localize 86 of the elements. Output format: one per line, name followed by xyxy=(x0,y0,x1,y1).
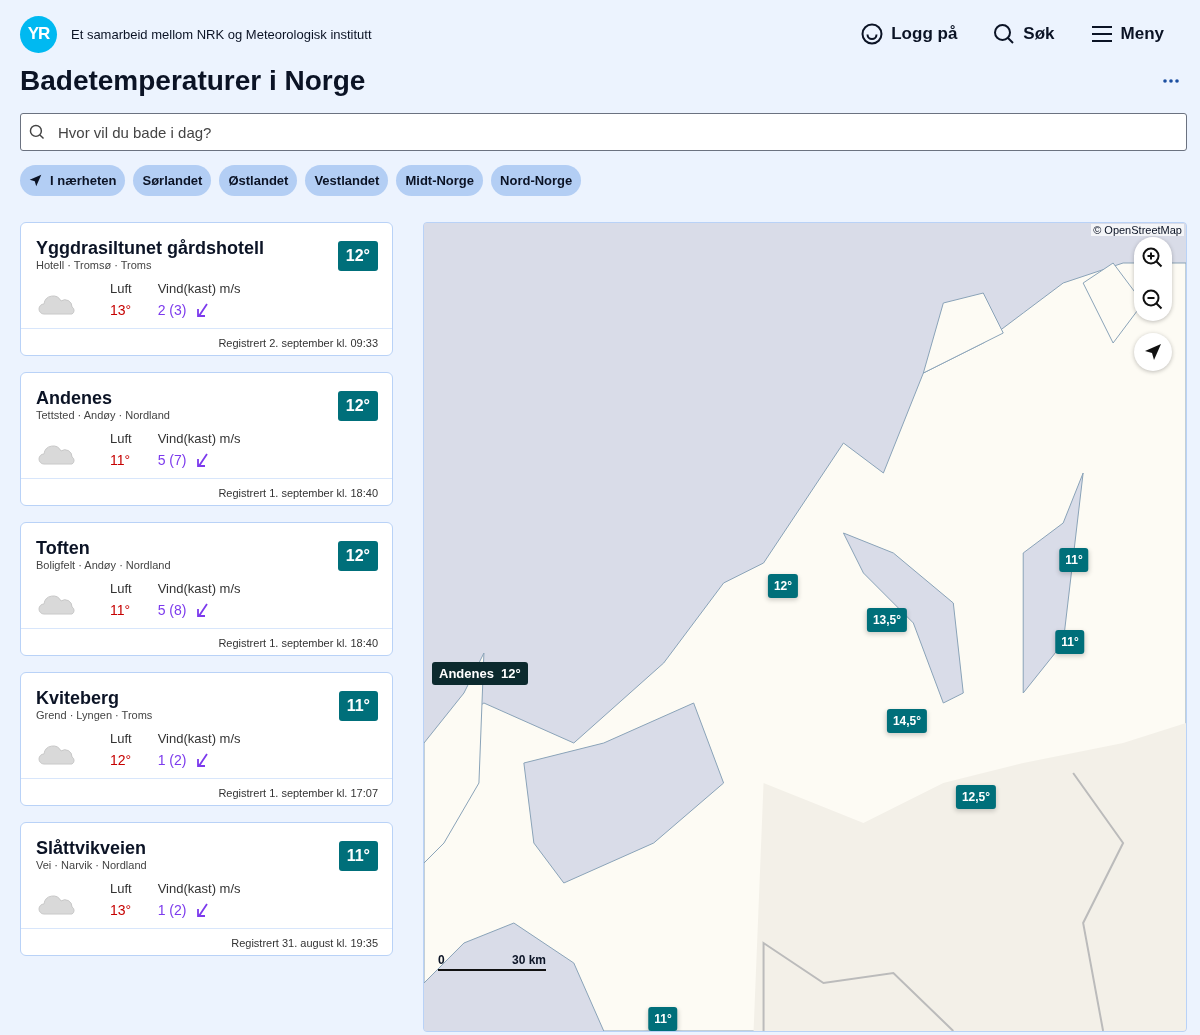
cloud-icon xyxy=(38,443,78,465)
region-chip[interactable]: Vestlandet xyxy=(305,165,389,196)
temperature-marker[interactable]: 13,5° xyxy=(866,608,908,632)
place-subtitle: Grend · Lyngen · Troms xyxy=(36,709,154,721)
wind-arrow-icon xyxy=(196,752,210,768)
place-subtitle: Tettsted · Andøy · Nordland xyxy=(36,409,171,421)
tagline: Et samarbeid mellom NRK og Meteorologisk institutt xyxy=(71,26,373,42)
cloud-icon xyxy=(38,743,78,765)
air-label: Luft xyxy=(110,431,132,446)
air-temperature: 13° xyxy=(110,902,132,918)
water-temperature-badge: 12° xyxy=(337,541,378,571)
place-subtitle: Boligfelt · Andøy · Nordland xyxy=(36,559,172,571)
temperature-marker[interactable]: 12° xyxy=(767,574,799,598)
temperature-marker[interactable]: 14,5° xyxy=(886,709,928,733)
registered-time: Registrert 1. september kl. 17:07 xyxy=(218,787,378,799)
location-arrow-icon xyxy=(29,174,42,187)
region-chip[interactable]: Østlandet xyxy=(219,165,298,196)
wind-label: Vind(kast) m/s xyxy=(157,281,241,296)
water-temperature-badge: 11° xyxy=(338,691,378,721)
place-card[interactable]: Kviteberg Grend · Lyngen · Troms Luft 12° Vind(kast) m/s 1 (2) 11° Registrert 1. september kl. 17:07 xyxy=(20,672,393,806)
air-temperature: 11° xyxy=(110,602,132,618)
more-icon[interactable] xyxy=(1163,79,1179,83)
wind-label: Vind(kast) m/s xyxy=(157,881,241,896)
wind-speed: 1 (2) xyxy=(157,752,187,768)
region-chip[interactable]: Sørlandet xyxy=(133,165,212,196)
region-chip[interactable]: I nærheten xyxy=(20,165,126,196)
temperature-marker[interactable]: 12,5° xyxy=(955,785,997,809)
menu-icon xyxy=(1090,25,1113,43)
water-temperature-badge: 12° xyxy=(337,241,378,271)
air-temperature: 12° xyxy=(110,752,132,768)
search-icon xyxy=(993,23,1016,45)
cloud-icon xyxy=(38,893,78,915)
wind-speed: 5 (7) xyxy=(157,452,187,468)
region-chip[interactable]: Midt-Norge xyxy=(396,165,484,196)
air-label: Luft xyxy=(110,731,132,746)
place-card[interactable]: Toften Boligfelt · Andøy · Nordland Luft 11° Vind(kast) m/s 5 (8) 12° Registrert 1. september kl. 18:40 xyxy=(20,522,393,656)
temperature-marker[interactable]: 11° xyxy=(648,1007,678,1031)
air-temperature: 13° xyxy=(110,302,132,318)
search-field[interactable]: Hvor vil du bade i dag? xyxy=(20,113,1187,151)
air-label: Luft xyxy=(110,881,132,896)
place-name[interactable]: Toften xyxy=(36,537,338,559)
place-name[interactable]: Andenes xyxy=(36,387,338,409)
registered-time: Registrert 1. september kl. 18:40 xyxy=(218,487,378,499)
water-temperature-badge: 11° xyxy=(338,841,378,871)
temperature-marker[interactable]: 11° xyxy=(1059,548,1089,572)
page-title: Badetemperaturer i Norge xyxy=(20,64,366,98)
water-temperature-badge: 12° xyxy=(337,391,378,421)
place-card[interactable]: Yggdrasiltunet gårdshotell Hotell · Tromsø · Troms Luft 13° Vind(kast) m/s 2 (3) 12° Registrert 2. september kl. 09:33 xyxy=(20,222,393,356)
search-icon xyxy=(29,124,45,140)
wind-label: Vind(kast) m/s xyxy=(157,731,241,746)
wind-arrow-icon xyxy=(196,602,210,618)
cloud-icon xyxy=(38,293,78,315)
region-chip[interactable]: Nord-Norge xyxy=(491,165,582,196)
cloud-icon xyxy=(38,593,78,615)
place-subtitle: Vei · Narvik · Nordland xyxy=(36,859,148,871)
temperature-marker[interactable]: 11° xyxy=(1055,630,1085,654)
place-card[interactable]: Andenes Tettsted · Andøy · Nordland Luft 11° Vind(kast) m/s 5 (7) 12° Registrert 1. september kl. 18:40 xyxy=(20,372,393,506)
wind-arrow-icon xyxy=(196,902,210,918)
wind-speed: 1 (2) xyxy=(157,902,187,918)
place-name[interactable]: Yggdrasiltunet gårdshotell xyxy=(36,237,338,259)
search-button[interactable]: Søk xyxy=(993,23,1055,45)
registered-time: Registrert 1. september kl. 18:40 xyxy=(218,637,378,649)
wind-arrow-icon xyxy=(196,302,210,318)
menu-button[interactable]: Meny xyxy=(1090,23,1164,45)
air-label: Luft xyxy=(110,581,132,596)
air-label: Luft xyxy=(110,281,132,296)
wind-arrow-icon xyxy=(196,452,210,468)
registered-time: Registrert 2. september kl. 09:33 xyxy=(218,337,378,349)
place-name[interactable]: Kviteberg xyxy=(36,687,339,709)
map-tooltip: Andenes 12° xyxy=(432,662,528,685)
registered-time: Registrert 31. august kl. 19:35 xyxy=(231,937,378,949)
wind-label: Vind(kast) m/s xyxy=(157,431,241,446)
wind-speed: 5 (8) xyxy=(157,602,187,618)
air-temperature: 11° xyxy=(110,452,132,468)
scale-bar: 0 30 km xyxy=(438,953,546,971)
map-attribution[interactable]: © OpenStreetMap xyxy=(1091,224,1184,236)
location-arrow-icon xyxy=(1144,343,1162,361)
wind-speed: 2 (3) xyxy=(157,302,187,318)
wind-label: Vind(kast) m/s xyxy=(157,581,241,596)
place-card[interactable]: Slåttvikveien Vei · Narvik · Nordland Luft 13° Vind(kast) m/s 1 (2) 11° Registrert 31. august kl. 19:35 xyxy=(20,822,393,956)
zoom-in-icon xyxy=(1142,247,1164,269)
place-subtitle: Hotell · Tromsø · Troms xyxy=(36,259,153,271)
place-name[interactable]: Slåttvikveien xyxy=(36,837,339,859)
login-button[interactable]: Logg på xyxy=(861,23,958,45)
zoom-out-icon xyxy=(1142,289,1164,311)
smiley-icon xyxy=(861,23,884,45)
